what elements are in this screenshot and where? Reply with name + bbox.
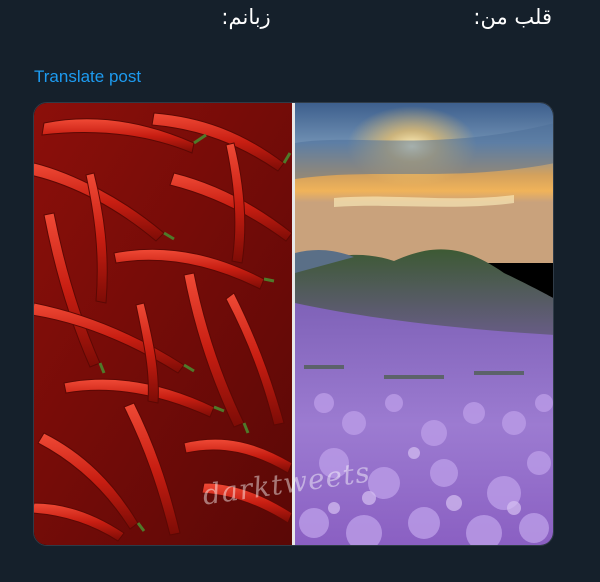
tweet-media-image[interactable]: darktweets: [33, 102, 554, 546]
tweet-post: قلب من: زبانم: Translate post darktweets: [0, 0, 600, 582]
translate-post-link[interactable]: Translate post: [34, 66, 141, 88]
meme-image: [34, 103, 553, 545]
panel-divider: [292, 103, 295, 545]
tweet-text-tongue: زبانم:: [221, 5, 271, 29]
flower-landscape-panel: [295, 103, 553, 545]
tweet-text-heart: قلب من:: [473, 5, 552, 29]
chili-peppers-panel: [34, 103, 293, 545]
tweet-text: قلب من: زبانم:: [33, 0, 552, 34]
